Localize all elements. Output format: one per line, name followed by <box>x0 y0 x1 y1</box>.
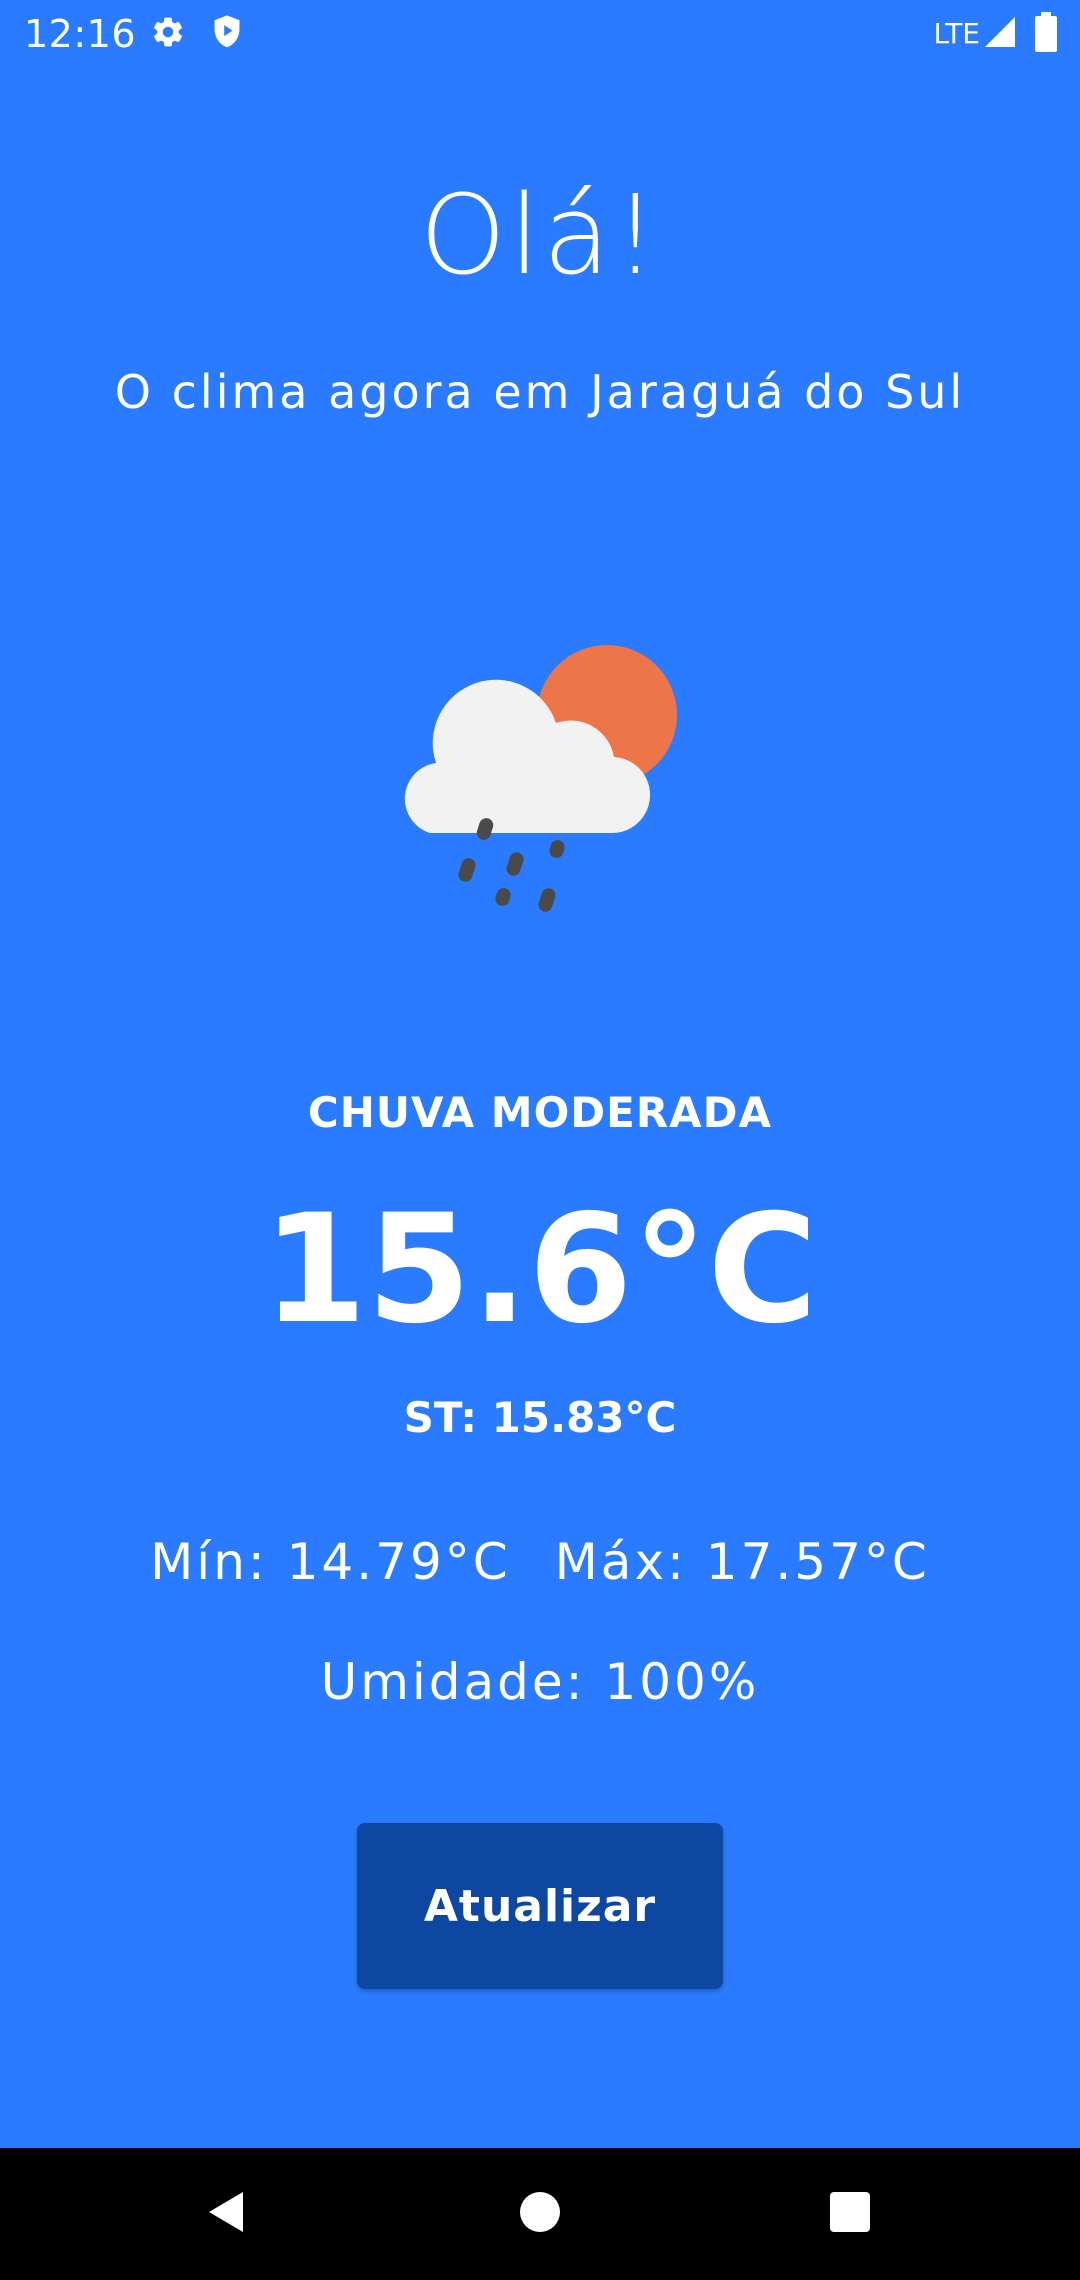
min-temperature: Mín: 14.79°C <box>150 1533 511 1591</box>
max-temperature: Máx: 17.57°C <box>554 1533 930 1591</box>
cloud-rain-sun-icon <box>390 630 700 930</box>
signal-icon <box>982 14 1018 55</box>
play-protect-icon <box>210 14 244 55</box>
home-button[interactable] <box>460 2148 620 2280</box>
greeting-title: Olá! <box>419 171 661 299</box>
min-max-row: Mín: 14.79°C Máx: 17.57°C <box>0 1530 1080 1594</box>
back-button[interactable] <box>145 2148 305 2280</box>
network-type: LTE <box>933 17 980 50</box>
status-bar: 12:16 LTE <box>0 0 1080 68</box>
navigation-bar <box>0 2148 1080 2280</box>
battery-icon <box>1034 12 1058 57</box>
gear-icon <box>150 14 186 55</box>
home-icon <box>518 2190 562 2239</box>
recents-icon <box>828 2190 872 2239</box>
back-icon <box>203 2188 247 2241</box>
recents-button[interactable] <box>770 2148 930 2280</box>
humidity: Umidade: 100% <box>320 1653 760 1711</box>
feels-like-temperature: ST: 15.83°C <box>403 1393 677 1442</box>
current-temperature: 15.6°C <box>262 1183 818 1357</box>
status-time: 12:16 <box>24 12 137 56</box>
refresh-button[interactable]: Atualizar <box>357 1823 723 1989</box>
location-subtitle: O clima agora em Jaraguá do Sul <box>114 365 966 419</box>
weather-condition: CHUVA MODERADA <box>307 1088 773 1137</box>
